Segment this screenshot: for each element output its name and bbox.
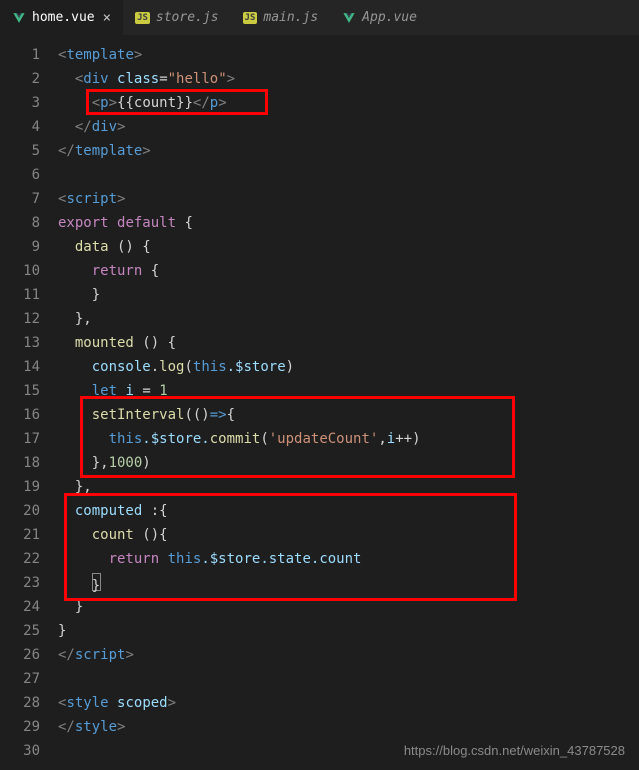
tab-app-vue[interactable]: App.vue — [330, 0, 429, 35]
code-line: </template> — [58, 139, 639, 163]
code-line: } — [58, 571, 639, 595]
code-line: } — [58, 619, 639, 643]
line-number-gutter: 1234567891011121314151617181920212223242… — [0, 43, 58, 763]
code-line — [58, 667, 639, 691]
code-line: return { — [58, 259, 639, 283]
code-line: </script> — [58, 643, 639, 667]
code-line: },1000) — [58, 451, 639, 475]
code-line: export default { — [58, 211, 639, 235]
code-line: setInterval(()=>{ — [58, 403, 639, 427]
code-line: <p>{{count}}</p> — [58, 91, 639, 115]
code-line: this.$store.commit('updateCount',i++) — [58, 427, 639, 451]
watermark: https://blog.csdn.net/weixin_43787528 — [404, 743, 625, 758]
code-line: computed :{ — [58, 499, 639, 523]
code-line: }, — [58, 307, 639, 331]
close-icon[interactable]: × — [103, 10, 111, 26]
code-line: } — [58, 595, 639, 619]
vue-icon — [342, 11, 356, 25]
code-line: console.log(this.$store) — [58, 355, 639, 379]
code-line: </style> — [58, 715, 639, 739]
code-line: } — [58, 283, 639, 307]
tab-main-js[interactable]: JS main.js — [231, 0, 331, 35]
code-line: }, — [58, 475, 639, 499]
tab-home-vue[interactable]: home.vue × — [0, 0, 123, 35]
vue-icon — [12, 11, 26, 25]
code-line: <style scoped> — [58, 691, 639, 715]
code-editor[interactable]: 1234567891011121314151617181920212223242… — [0, 35, 639, 763]
code-line: return this.$store.state.count — [58, 547, 639, 571]
tab-store-js[interactable]: JS store.js — [123, 0, 230, 35]
code-line: count (){ — [58, 523, 639, 547]
code-line: <template> — [58, 43, 639, 67]
code-line: </div> — [58, 115, 639, 139]
tab-bar: home.vue × JS store.js JS main.js App.vu… — [0, 0, 639, 35]
code-line: mounted () { — [58, 331, 639, 355]
code-line: data () { — [58, 235, 639, 259]
code-line: <div class="hello"> — [58, 67, 639, 91]
js-icon: JS — [135, 12, 150, 24]
cursor: } — [92, 573, 101, 591]
js-icon: JS — [243, 12, 258, 24]
code-line — [58, 163, 639, 187]
tab-label: home.vue — [32, 10, 95, 25]
tab-label: main.js — [263, 10, 318, 25]
code-line: let i = 1 — [58, 379, 639, 403]
tab-label: store.js — [156, 10, 219, 25]
code-content[interactable]: <template> <div class="hello"> <p>{{coun… — [58, 43, 639, 763]
code-line: <script> — [58, 187, 639, 211]
tab-label: App.vue — [362, 10, 417, 25]
